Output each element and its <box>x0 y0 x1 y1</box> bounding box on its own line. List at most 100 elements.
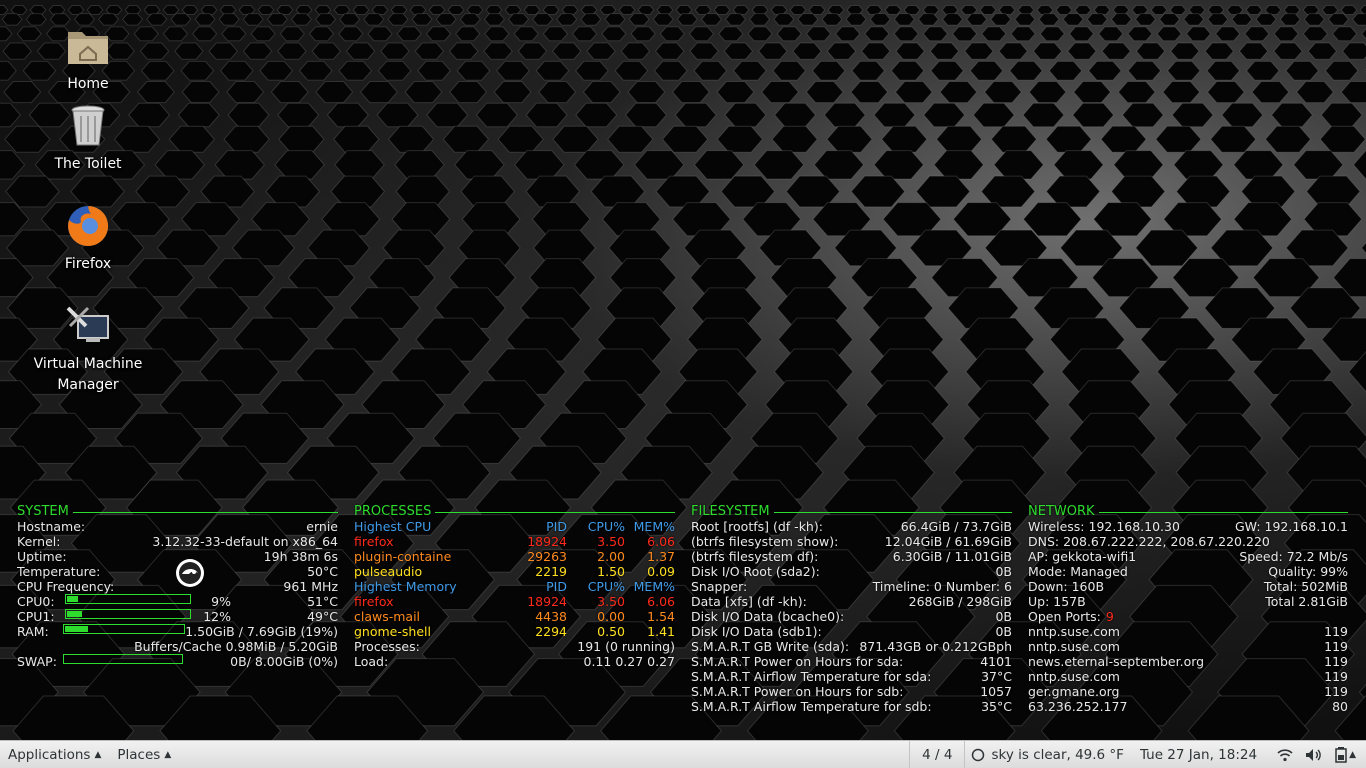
hex-cell <box>1324 60 1359 81</box>
process-mem: 6.06 <box>647 534 675 549</box>
hex-cell <box>1233 150 1284 180</box>
stat-value: 268GiB / 298GiB <box>908 594 1012 609</box>
hex-cell <box>850 81 889 104</box>
hex-cell <box>693 150 745 180</box>
hex-cell <box>939 81 978 104</box>
process-header-row: Highest CPU PID CPU% MEM% <box>354 519 675 534</box>
hex-cell <box>0 26 13 42</box>
hex-cell <box>659 26 685 42</box>
hex-cell <box>1279 13 1301 26</box>
hex-cell <box>493 81 532 104</box>
desktop-icon-home[interactable]: Home <box>28 22 148 95</box>
hex-cell <box>170 13 192 26</box>
process-cpu: 1.50 <box>597 564 625 579</box>
hex-cell <box>177 102 220 128</box>
hex-cell <box>893 13 915 26</box>
desktop-icon-label: Firefox <box>64 256 112 272</box>
hex-cell <box>1155 125 1202 153</box>
hex-cell <box>620 42 651 60</box>
hex-cell <box>1215 26 1241 42</box>
column-header: Highest Memory <box>354 579 457 594</box>
hex-cell <box>580 13 602 26</box>
port-number: 119 <box>1324 624 1348 639</box>
hex-cell <box>308 26 335 42</box>
clock[interactable]: Tue 27 Jan, 18:24 <box>1130 741 1271 768</box>
stat-label: SWAP: <box>17 654 57 669</box>
virt-manager-icon <box>66 306 109 342</box>
process-name: firefox <box>354 594 394 609</box>
hex-cell <box>1293 150 1344 180</box>
hex-cell <box>716 125 764 153</box>
stat-value: 6.30GiB / 11.01GiB <box>892 549 1012 564</box>
filesystem-row: Root [rootfs] (df -kh): 66.4GiB / 73.7GiB <box>691 519 1012 534</box>
hex-cell <box>805 81 844 104</box>
stat-label: Mode: Managed <box>1028 564 1128 579</box>
hex-cell <box>575 60 609 81</box>
section-header: PROCESSES <box>354 503 675 519</box>
hex-cell <box>688 26 715 42</box>
hex-cell <box>180 60 215 81</box>
hex-cell <box>604 13 626 26</box>
weather-indicator[interactable]: sky is clear, 49.6 °F <box>965 741 1129 768</box>
stat-label: Disk I/O Root (sda2): <box>691 564 820 579</box>
hex-cell <box>1110 13 1132 26</box>
hex-cell <box>1032 42 1063 60</box>
hex-cell <box>146 13 168 26</box>
stat-value: 19h 38m 6s <box>263 549 338 564</box>
hex-cell <box>881 125 928 153</box>
hex-cell <box>507 13 530 26</box>
hex-cell <box>542 26 569 42</box>
hex-cell <box>338 26 364 42</box>
hex-cell <box>618 5 636 15</box>
hex-cell <box>483 13 505 26</box>
hex-cell <box>1273 42 1303 60</box>
stat-value: 37°C <box>981 669 1012 684</box>
hex-cell <box>774 102 817 128</box>
hex-cell <box>315 13 337 26</box>
section-title: FILESYSTEM <box>691 503 770 519</box>
hex-cell <box>181 81 220 104</box>
cpu0-bar <box>65 594 191 604</box>
port-host: ger.gmane.org <box>1028 684 1120 699</box>
stat-value: 0B <box>230 654 247 669</box>
network-row: Mode: Managed Quality: 99% <box>1028 564 1348 579</box>
hex-cell <box>394 150 445 180</box>
column-header: MEM% <box>633 519 675 534</box>
stat-value: 961 MHz <box>283 579 338 594</box>
filesystem-row: Disk I/O Data (bcache0): 0B <box>691 609 1012 624</box>
desktop-icon-firefox[interactable]: Firefox <box>28 202 148 275</box>
process-name: pulseaudio <box>354 564 423 579</box>
stat-label: (btrfs filesystem show): <box>691 534 839 549</box>
hex-cell <box>174 42 204 60</box>
hex-cell <box>823 102 866 128</box>
hex-cell <box>1121 102 1164 128</box>
hex-cell <box>930 60 964 81</box>
battery-indicator[interactable]: ▲ <box>1329 741 1366 768</box>
hex-cell <box>517 42 548 60</box>
hex-cell <box>250 26 276 42</box>
hex-cell <box>298 60 333 81</box>
desktop-icon-trash[interactable]: The Toilet <box>28 102 148 175</box>
hex-cell <box>1072 102 1115 128</box>
stat-value: 1.50GiB / 7.69GiB (19%) <box>185 624 338 639</box>
workspace-indicator[interactable]: 4 / 4 <box>909 740 966 768</box>
hex-cell <box>417 60 451 81</box>
wifi-indicator[interactable] <box>1271 741 1299 768</box>
hex-cell <box>693 60 728 81</box>
places-menu[interactable]: Places ▲ <box>109 741 179 768</box>
stat-label: Hostname: <box>17 519 86 534</box>
hex-cell <box>1361 28 1366 40</box>
desktop-icon-virt-manager[interactable]: Virtual Machine Manager <box>28 302 148 396</box>
volume-indicator[interactable] <box>1299 741 1329 768</box>
hex-cell <box>1245 5 1263 15</box>
process-row: pulseaudio 2219 1.50 0.09 <box>354 564 675 579</box>
stat-label: Down: 160B <box>1028 579 1105 594</box>
process-row: claws-mail 4438 0.00 1.54 <box>354 609 675 624</box>
hex-cell <box>990 125 1038 153</box>
hex-cell <box>653 60 688 81</box>
hex-cell <box>396 26 422 42</box>
stat-label: Wireless: 192.168.10.30 <box>1028 519 1180 534</box>
applications-menu[interactable]: Applications ▲ <box>0 741 109 768</box>
hex-cell <box>1101 42 1131 60</box>
port-host: news.eternal-september.org <box>1028 654 1205 669</box>
